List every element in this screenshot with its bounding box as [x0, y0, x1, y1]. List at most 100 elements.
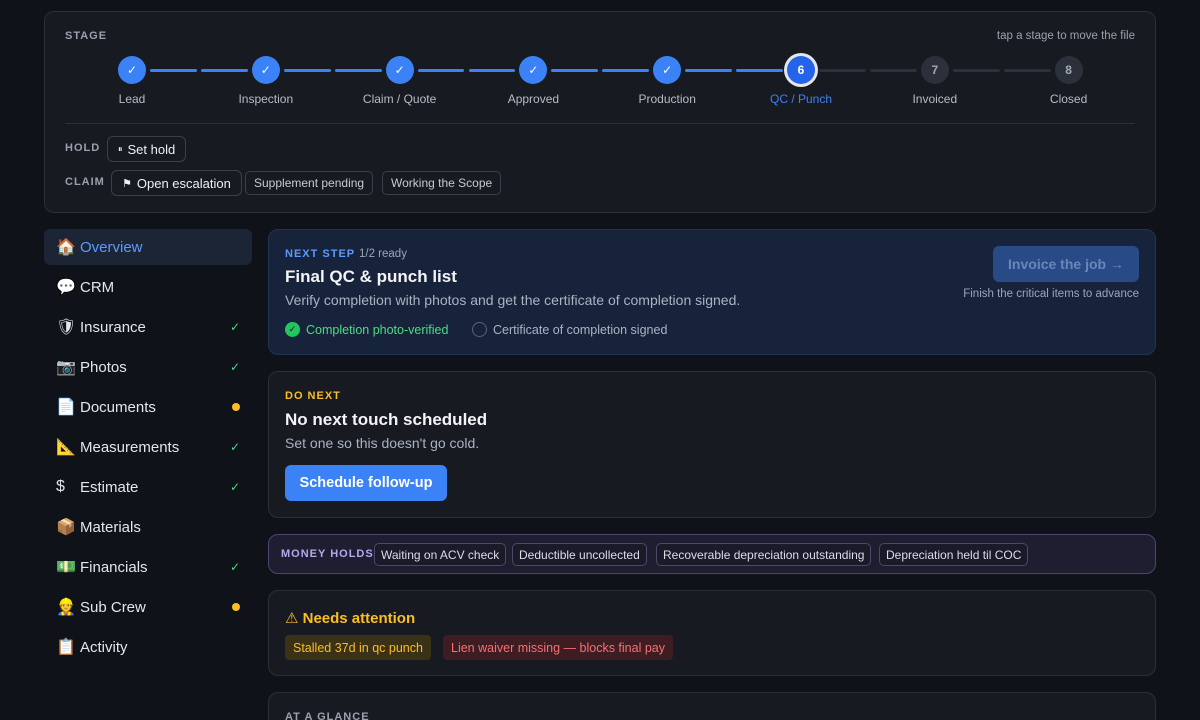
check-icon: ✓ — [229, 440, 240, 454]
stage-label: STAGE — [65, 30, 108, 42]
stage-label[interactable]: Approved — [473, 92, 593, 106]
check-icon: ✓ — [229, 360, 240, 374]
checklist-item-label: Certificate of completion signed — [493, 322, 668, 337]
document-icon: 📄 — [56, 399, 76, 416]
stage-card: STAGE tap a stage to move the file ✓ Lead… — [44, 11, 1156, 213]
pending-dot-icon — [232, 403, 240, 411]
sidebar-item-photos[interactable]: 📷 Photos ✓ — [44, 349, 252, 385]
clipboard-icon: 📋 — [56, 639, 76, 656]
sidebar-item-label: Activity — [80, 638, 128, 656]
next-step-description: Verify completion with photos and get th… — [285, 292, 741, 308]
stage-node-production[interactable]: ✓ — [653, 56, 682, 84]
next-step-kicker: NEXT STEP — [285, 248, 356, 260]
stage-connector — [685, 69, 733, 72]
empty-circle-icon — [472, 322, 487, 337]
stage-label[interactable]: Production — [607, 92, 727, 106]
stage-connector — [334, 69, 382, 72]
money-hold-chip[interactable]: Depreciation held til COC — [879, 543, 1029, 566]
check-icon: ✓ — [229, 560, 240, 574]
ruler-icon: 📐 — [56, 439, 76, 456]
money-holds-label: MONEY HOLDS — [281, 548, 374, 560]
sidebar-item-label: Materials — [80, 518, 141, 536]
schedule-follow-up-button[interactable]: Schedule follow-up — [285, 465, 447, 501]
claim-label: CLAIM — [65, 176, 105, 188]
stage-node-qc-punch[interactable]: 6 — [787, 56, 815, 84]
sidebar-item-crm[interactable]: 💬 CRM — [44, 269, 252, 305]
sidebar-item-label: Overview — [80, 238, 143, 256]
needs-attention-title: ⚠ Needs attention — [285, 610, 416, 627]
sidebar-item-label: Estimate — [80, 478, 139, 496]
check-icon: ✓ — [229, 480, 240, 494]
stage-hint: tap a stage to move the file — [996, 30, 1135, 42]
divider — [65, 123, 1135, 124]
stage-connector — [1003, 69, 1051, 72]
package-icon: 📦 — [56, 519, 76, 536]
sidebar-item-insurance[interactable]: 🛡 Insurance ✓ — [44, 309, 252, 345]
dollar-icon: $ — [56, 478, 65, 495]
sidebar-item-label: Sub Crew — [80, 598, 146, 616]
hold-label: HOLD — [65, 142, 101, 154]
sidebar-item-measurements[interactable]: 📐 Measurements ✓ — [44, 429, 252, 465]
stage-label[interactable]: Claim / Quote — [340, 92, 460, 106]
house-icon: 🏠 — [56, 239, 76, 256]
open-escalation-button[interactable]: ⚑ Open escalation — [111, 170, 242, 196]
attention-chip-lien-waiver[interactable]: Lien waiver missing — blocks final pay — [443, 635, 673, 660]
sidebar-item-sub-crew[interactable]: 👷 Sub Crew — [44, 589, 252, 625]
speech-bubble-icon: 💬 — [56, 279, 76, 296]
stage-connector — [869, 69, 917, 72]
checklist-item-certificate[interactable]: Certificate of completion signed — [472, 322, 667, 337]
stage-node-approved[interactable]: ✓ — [519, 56, 548, 84]
sidebar-item-financials[interactable]: 💵 Financials ✓ — [44, 549, 252, 585]
stage-label[interactable]: Invoiced — [875, 92, 995, 106]
money-holds-bar: MONEY HOLDS Waiting on ACV check Deducti… — [268, 534, 1156, 574]
sidebar-item-documents[interactable]: 📄 Documents — [44, 389, 252, 425]
stage-connector — [417, 69, 465, 72]
sidebar-item-label: CRM — [80, 278, 115, 296]
set-hold-button[interactable]: ⏸ Set hold — [107, 136, 187, 162]
stage-label[interactable]: QC / Punch — [741, 92, 861, 106]
stage-label[interactable]: Inspection — [206, 92, 326, 106]
next-step-title: Final QC & punch list — [285, 267, 457, 286]
claim-tag-supplement[interactable]: Supplement pending — [245, 171, 374, 195]
camera-icon: 📷 — [56, 359, 76, 376]
checklist-item-label: Completion photo-verified — [306, 322, 449, 337]
at-a-glance-label: AT A GLANCE — [285, 711, 370, 720]
needs-attention-card: ⚠ Needs attention Stalled 37d in qc punc… — [268, 590, 1156, 676]
do-next-card: DO NEXT No next touch scheduled Set one … — [268, 371, 1156, 518]
pending-dot-icon — [232, 603, 240, 611]
set-hold-label: Set hold — [127, 141, 176, 157]
next-step-card: NEXT STEP 1/2 ready Final QC & punch lis… — [268, 229, 1156, 355]
stage-connector — [150, 69, 197, 72]
stage-node-claim-quote[interactable]: ✓ — [385, 56, 414, 84]
sidebar-item-materials[interactable]: 📦 Materials — [44, 509, 252, 545]
sidebar-item-label: Measurements — [80, 438, 180, 456]
next-step-ready-count: 1/2 ready — [359, 248, 407, 260]
stage-connector — [468, 69, 516, 72]
invoice-job-button[interactable]: Invoice the job → — [993, 246, 1139, 282]
shield-icon: 🛡 — [56, 319, 77, 336]
money-hold-chip[interactable]: Recoverable depreciation outstanding — [656, 543, 872, 566]
money-hold-chip[interactable]: Deductible uncollected — [512, 543, 647, 566]
open-escalation-label: Open escalation — [136, 175, 231, 191]
stage-node-inspection[interactable]: ✓ — [251, 56, 280, 84]
checklist-item-photo[interactable]: ✓ Completion photo-verified — [285, 322, 448, 337]
stage-connector — [283, 69, 331, 72]
sidebar-item-overview[interactable]: 🏠 Overview — [44, 229, 252, 265]
stage-connector — [952, 69, 1000, 72]
money-hold-chip[interactable]: Waiting on ACV check — [374, 543, 507, 566]
stage-connector — [551, 69, 599, 72]
stage-node-invoiced[interactable]: 7 — [920, 56, 949, 84]
stage-node-closed[interactable]: 8 — [1054, 56, 1083, 84]
do-next-kicker: DO NEXT — [285, 390, 341, 402]
sidebar-item-label: Photos — [80, 358, 127, 376]
do-next-title: No next touch scheduled — [285, 410, 488, 429]
claim-tag-scope[interactable]: Working the Scope — [382, 171, 502, 195]
stage-tracker: ✓ Lead ✓ Inspection ✓ Claim / Quote ✓ Approved ✓… — [45, 56, 1157, 116]
attention-chip-stalled[interactable]: Stalled 37d in qc punch — [285, 635, 431, 660]
stage-label[interactable]: Closed — [1009, 92, 1129, 106]
sidebar-item-activity[interactable]: 📋 Activity — [44, 629, 252, 665]
sidebar-item-estimate[interactable]: $ Estimate ✓ — [44, 469, 252, 505]
sidebar-item-label: Insurance — [80, 318, 146, 336]
stage-label[interactable]: Lead — [72, 92, 192, 106]
stage-node-lead[interactable]: ✓ — [118, 56, 146, 84]
